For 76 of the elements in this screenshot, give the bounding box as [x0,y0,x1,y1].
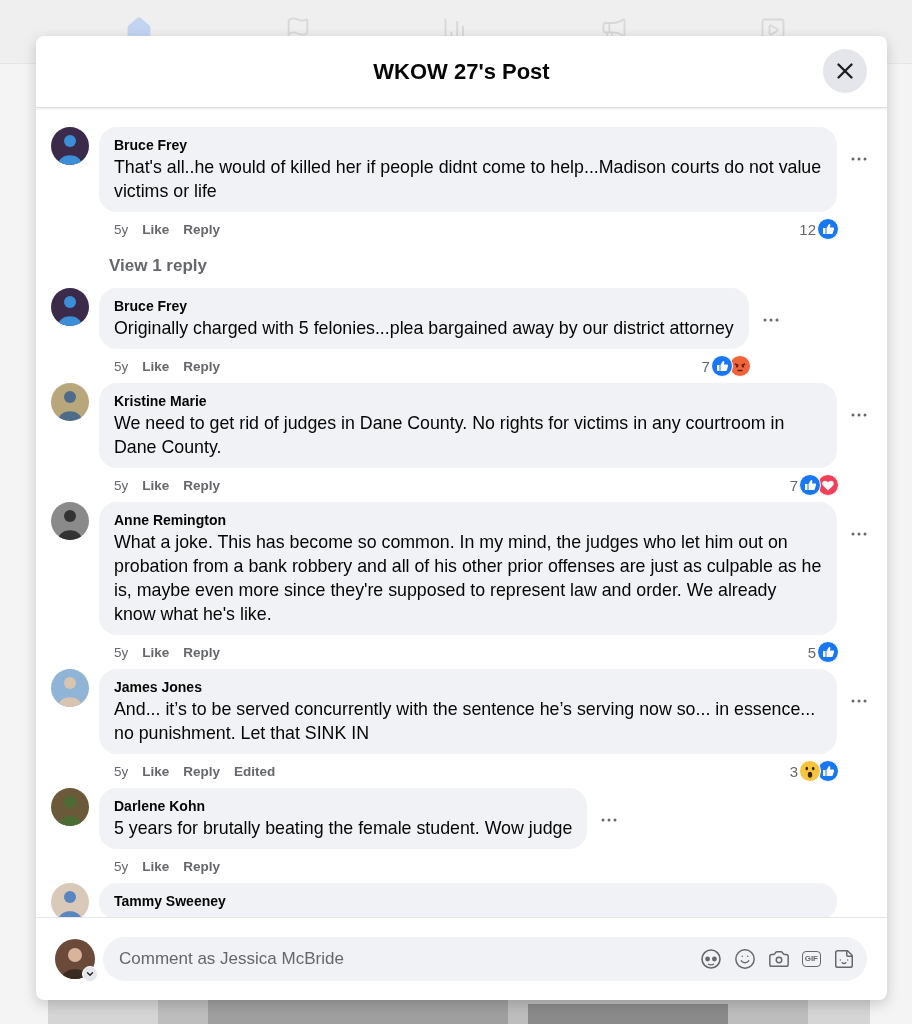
reply-link[interactable]: Reply [183,477,221,493]
more-options-button[interactable] [851,532,867,536]
reply-link[interactable]: Reply [183,858,221,874]
like-link[interactable]: Like [142,858,170,874]
more-options-button[interactable] [851,157,867,161]
reaction-count: 5 [807,643,816,661]
comment-text: We need to get rid of judges in Dane County. No rights for victims in any courtroom in Dane County. [114,412,786,459]
more-options-button[interactable] [601,818,618,822]
like-reaction-icon [710,355,733,377]
reply-link[interactable]: Reply [183,358,221,374]
reaction-count: 7 [701,357,710,375]
angry-face-icon [728,355,751,377]
reaction-count: 12 [799,220,816,238]
comment-text: 5 years for brutally beating the female student. Wow judge [114,817,573,840]
gif-button[interactable]: GIF [801,951,821,967]
dialog-title: WKOW 27's Post [373,58,550,85]
like-link[interactable]: Like [142,763,170,779]
comment-author: Bruce Frey [114,136,189,155]
comment-author: James Jones [114,678,203,697]
commenter-avatar[interactable] [51,127,89,165]
more-icon [851,413,867,417]
comment-text: And... it’s to be served concurrently with the sentence he’s serving now so... in essence... no punishment. Let that SINK IN [114,698,817,745]
user-avatar[interactable] [55,939,95,979]
reaction-count: 7 [789,476,798,494]
comment-time: 5y [114,644,129,660]
like-reaction-icon [817,641,839,663]
comment-time: 5y [114,858,129,874]
like-reaction-icon [817,218,839,240]
comment-time: 5y [114,221,129,237]
commenter-avatar[interactable] [51,788,89,826]
comment-text: That's all..he would of killed her if people didnt come to help...Madison courts do not value victims or life [114,156,822,203]
comment-author: Tammy Sweeney [114,892,227,911]
more-options-button[interactable] [762,318,779,322]
chevron-down-icon [85,969,95,979]
camera-icon [767,948,790,970]
heart-reaction-icon [817,474,839,496]
reply-link[interactable]: Reply [183,763,221,779]
more-icon [851,699,867,703]
reply-link[interactable]: Reply [183,221,221,237]
like-link[interactable]: Like [142,644,170,660]
comment-author: Bruce Frey [114,297,189,316]
reply-link[interactable]: Reply [183,644,221,660]
commenter-avatar[interactable] [51,288,89,326]
more-options-button[interactable] [851,699,867,703]
commenter-avatar[interactable] [51,502,89,540]
comment-text: Originally charged with 5 felonies...plea bargained away by our district attorney [114,317,734,340]
view-replies-link[interactable]: View 1 reply [109,256,207,276]
more-icon [851,157,867,161]
comment-text: What a joke. This has become so common. In my mind, the judges who let him out on probation from a bank robbery and all of his other prior offenses are just as culpable as he is, maybe even more since they're supposed to represent law and order. We already know what he's like. [114,531,822,626]
emoji-button[interactable] [733,948,756,970]
edited-label: Edited [234,763,276,779]
comment-time: 5y [114,763,129,779]
comment-author: Darlene Kohn [114,797,206,816]
like-link[interactable]: Like [142,477,170,493]
comment-input-field[interactable]: Comment as Jessica McBride GIF [103,937,867,981]
sticker-icon [833,948,855,970]
comment-author: Kristine Marie [114,392,208,411]
more-icon [851,532,867,536]
commenter-avatar[interactable] [51,383,89,421]
account-switch-badge[interactable] [82,966,98,982]
comment-time: 5y [114,358,129,374]
more-options-button[interactable] [851,413,867,417]
photo-button[interactable] [767,948,790,970]
more-icon [762,318,779,322]
surprised-face-icon [799,760,821,782]
comment-author: Anne Remington [114,511,227,530]
comment-time: 5y [114,477,129,493]
more-icon [601,818,618,822]
like-reaction-icon [817,760,839,782]
reaction-count: 3 [789,762,798,780]
sticker-button[interactable] [833,948,855,970]
close-button[interactable] [823,49,867,93]
smile-icon [733,948,756,970]
like-link[interactable]: Like [142,221,170,237]
like-reaction-icon [799,474,821,496]
like-link[interactable]: Like [142,358,170,374]
